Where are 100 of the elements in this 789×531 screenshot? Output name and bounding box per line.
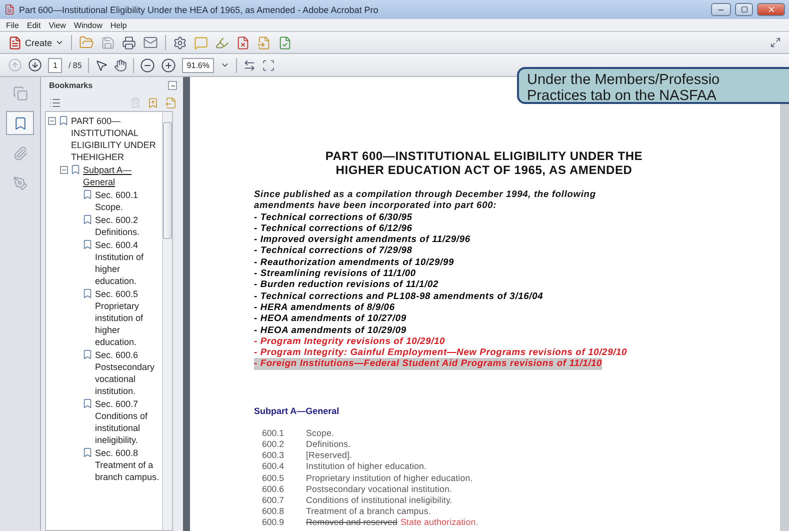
- section-number: 600.5: [262, 472, 286, 484]
- amendment-line: - Technical corrections of 7/29/98: [254, 245, 412, 257]
- section-title: Institution of higher education.: [306, 461, 427, 473]
- menu-item[interactable]: Window: [74, 20, 102, 30]
- settings-icon[interactable]: [173, 36, 188, 50]
- amendment-line: - HEOA amendments of 10/29/09: [254, 324, 406, 336]
- bookmark-item[interactable]: Sec. 600.1 Scope.: [95, 189, 160, 214]
- section-title: Conditions of institutional ineligibility.: [306, 494, 452, 506]
- page-number-field[interactable]: 1: [48, 58, 62, 72]
- zoom-field[interactable]: 91.6%: [182, 58, 214, 72]
- subpart-heading: Subpart A—General: [254, 406, 340, 416]
- amendment-line: - Technical corrections and PL108-98 amendments of 3/16/04: [254, 290, 544, 302]
- bookmark-item[interactable]: Sec. 600.4 Institution of higher education.: [95, 239, 160, 288]
- callout-text: Practices tab on the NASFAA: [527, 88, 718, 104]
- bookmark-item[interactable]: Subpart A—General: [83, 164, 160, 189]
- document-icon: [8, 36, 22, 50]
- intro-text: Since published as a compilation through December 1994, the following amendments have been incorporated into part 600:: [254, 189, 597, 212]
- bookmark-icon: [82, 398, 93, 409]
- page-count: / 85: [68, 60, 82, 70]
- bookmark-plus-icon[interactable]: [147, 96, 159, 108]
- pointer-icon[interactable]: [94, 58, 108, 72]
- scan-icon[interactable]: [262, 58, 276, 72]
- document-title: HIGHER EDUCATION ACT OF 1965, AS AMENDED: [336, 163, 632, 177]
- folder-icon[interactable]: [79, 35, 94, 50]
- comment-icon[interactable]: [194, 36, 208, 50]
- bookmark-icon: [82, 288, 93, 299]
- struck-text: Removed and reserved: [306, 517, 398, 529]
- expand-icon[interactable]: [770, 37, 781, 48]
- bookmark-item[interactable]: Sec. 600.5 Proprietary institution of higher education.: [95, 288, 160, 349]
- minus-icon: [61, 167, 67, 173]
- hand-icon[interactable]: [114, 58, 127, 72]
- zoom-out-icon[interactable]: [140, 58, 155, 72]
- bookmark-item[interactable]: Sec. 600.6 Postsecondary vocational institution.: [95, 349, 160, 398]
- section-number: 600.3: [262, 450, 286, 462]
- create-button[interactable]: Create: [8, 36, 64, 50]
- minus-icon: [170, 82, 176, 88]
- bookmark-icon: [70, 164, 81, 175]
- amendment-line: - Program Integrity revisions of 10/29/10: [254, 336, 446, 348]
- next-page-icon[interactable]: [28, 58, 42, 72]
- bookmark-item[interactable]: PART 600—INSTITUTIONAL ELIGIBILITY UNDER THEHIGHER: [71, 115, 160, 164]
- amendment-line: - Technical corrections of 6/30/95: [254, 212, 412, 223]
- document-arrow-icon[interactable]: [165, 96, 177, 108]
- minus-icon: [49, 118, 55, 124]
- amendment-line: - Burden reduction revisions of 11/1/02: [254, 279, 438, 291]
- bookmark-item[interactable]: Sec. 600.7 Conditions of institutional ineligibility.: [95, 398, 160, 447]
- scrollbar[interactable]: [162, 112, 172, 530]
- bookmark-icon: [58, 115, 69, 126]
- bookmark-icon: [82, 239, 93, 250]
- section-title: Postsecondary vocational institution.: [306, 484, 452, 495]
- callout-text: Under the Members/Professio: [527, 72, 721, 88]
- maximize-button[interactable]: [735, 3, 753, 16]
- bookmark-icon: [82, 349, 93, 360]
- amendment-line: - Improved oversight amendments of 11/29/96: [254, 234, 470, 246]
- section-title: Definitions.: [306, 438, 351, 450]
- panel-title: Bookmarks: [49, 81, 93, 90]
- print-icon[interactable]: [122, 36, 136, 50]
- section-title: Proprietary institution of higher education.: [306, 472, 473, 484]
- bookmark-icon: [12, 116, 28, 130]
- section-number: 600.7: [262, 494, 286, 506]
- arrows-horizontal-icon[interactable]: [243, 58, 256, 72]
- document-arrow-icon[interactable]: [257, 36, 272, 50]
- maximize-icon: [740, 6, 748, 13]
- amendment-line: - Reauthorization amendments of 10/29/99: [254, 256, 454, 268]
- menu-item[interactable]: Edit: [26, 20, 41, 30]
- mail-icon[interactable]: [143, 35, 158, 50]
- section-number: 600.6: [262, 484, 286, 495]
- section-number: 600.9: [262, 517, 286, 529]
- document-x-icon[interactable]: [236, 36, 250, 50]
- menu-item[interactable]: View: [48, 20, 66, 30]
- section-title: [Reserved].: [306, 450, 352, 462]
- document-title: PART 600—INSTITUTIONAL ELIGIBILITY UNDER THE: [325, 149, 643, 163]
- minimize-button[interactable]: [711, 3, 731, 16]
- amendment-line: - HERA amendments of 8/9/06: [254, 302, 395, 314]
- bookmark-item[interactable]: Sec. 600.2 Definitions.: [95, 214, 160, 239]
- zoom-in-icon[interactable]: [160, 58, 176, 72]
- amendment-line: - Technical corrections of 6/12/96: [254, 222, 412, 234]
- document-check-icon[interactable]: [278, 36, 292, 50]
- close-icon: [766, 5, 776, 14]
- collapse-toggle[interactable]: [48, 117, 56, 125]
- collapse-toggle[interactable]: [60, 166, 68, 174]
- bookmark-tab[interactable]: [6, 111, 34, 135]
- window-title: Part 600—Institutional Eligibility Under the HEA of 1965, as Amended - Adobe Acrobat Pro: [19, 4, 380, 14]
- save-icon[interactable]: [101, 36, 116, 50]
- section-title: Scope.: [306, 428, 334, 439]
- bookmark-icon: [82, 189, 93, 200]
- menu-item[interactable]: Help: [110, 20, 127, 30]
- amendment-line: - HEOA amendments of 10/27/09: [254, 313, 406, 325]
- section-title: State authorization.: [400, 517, 478, 529]
- bookmark-item[interactable]: Sec. 600.8 Treatment of a branch campus.: [95, 447, 160, 484]
- collapse-button[interactable]: [168, 81, 177, 90]
- close-button[interactable]: [757, 3, 785, 16]
- highlighter-icon[interactable]: [215, 36, 230, 50]
- document-icon: [4, 4, 15, 15]
- create-label: Create: [25, 38, 52, 48]
- section-number: 600.8: [262, 506, 286, 518]
- section-number: 600.4: [262, 461, 286, 473]
- paperclip-icon: [12, 146, 28, 160]
- menu-item[interactable]: File: [6, 20, 19, 30]
- section-title: Treatment of a branch campus.: [306, 506, 431, 518]
- bookmark-icon: [82, 214, 93, 225]
